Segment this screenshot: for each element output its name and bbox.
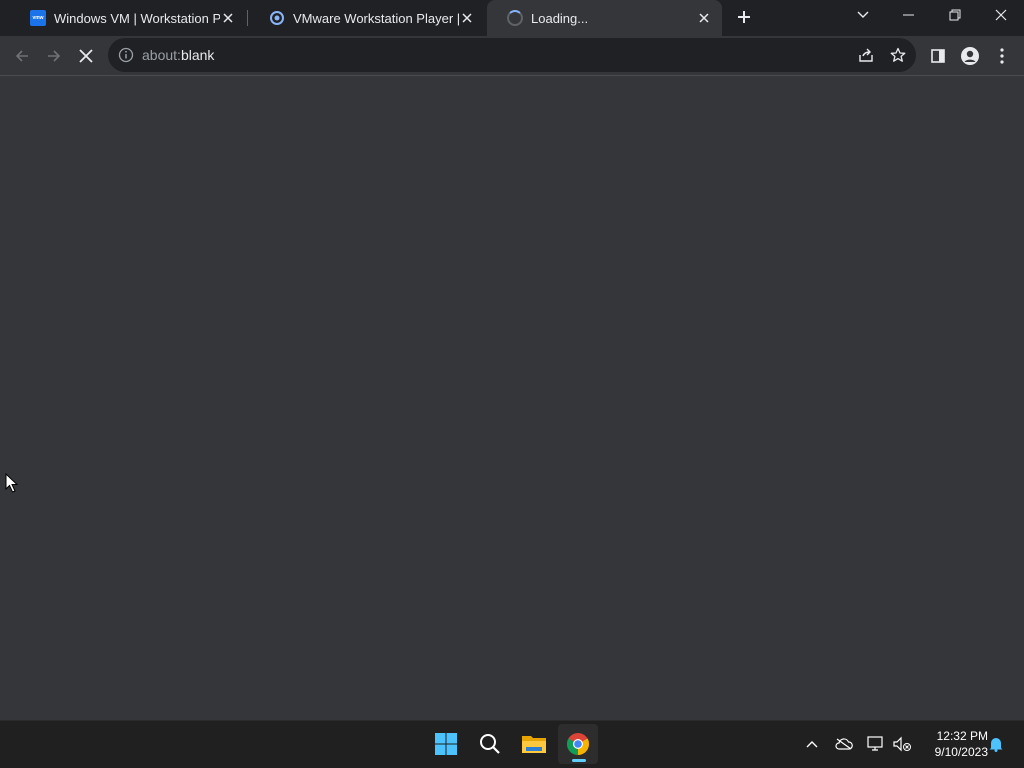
stop-loading-button[interactable] <box>72 42 100 70</box>
loading-spinner-icon <box>507 10 523 26</box>
onedrive-tray-button[interactable] <box>832 732 856 756</box>
arrow-left-icon <box>15 50 28 62</box>
mouse-cursor-icon <box>5 473 19 493</box>
close-window-button[interactable] <box>978 0 1024 30</box>
share-icon <box>859 48 873 62</box>
volume-tray-button[interactable] <box>890 732 914 756</box>
minimize-button[interactable] <box>886 0 932 30</box>
show-hidden-icons-button[interactable] <box>800 732 824 756</box>
close-icon[interactable] <box>459 10 475 26</box>
kebab-menu-icon <box>1000 48 1004 64</box>
cloud-off-icon <box>835 738 853 750</box>
close-icon[interactable] <box>696 10 712 26</box>
vmware-player-icon <box>269 10 285 26</box>
side-panel-button[interactable] <box>924 42 952 70</box>
chrome-icon <box>567 733 589 755</box>
tab-windows-vm[interactable]: vmw Windows VM | Workstation Pro | <box>10 0 246 36</box>
profile-icon <box>961 47 979 65</box>
network-icon <box>867 736 883 751</box>
folder-icon <box>522 736 546 753</box>
page-content[interactable] <box>0 76 1024 720</box>
site-info-icon[interactable] <box>118 47 134 63</box>
start-button[interactable] <box>426 724 466 764</box>
taskbar-clock[interactable]: 12:32 PM 9/10/2023 <box>918 728 988 760</box>
menu-button[interactable] <box>988 42 1016 70</box>
vmware-icon: vmw <box>30 10 46 26</box>
star-icon <box>890 47 906 62</box>
tab-search-button[interactable] <box>840 0 886 30</box>
volume-muted-icon <box>893 736 911 752</box>
tab-title: Loading... <box>531 10 589 26</box>
restore-button[interactable] <box>932 0 978 30</box>
minimize-icon <box>903 14 914 16</box>
windows-icon <box>435 733 457 755</box>
network-tray-button[interactable] <box>864 732 888 756</box>
arrow-right-icon <box>48 50 61 62</box>
notifications-button[interactable] <box>984 732 1008 756</box>
close-icon[interactable] <box>220 10 236 26</box>
address-bar[interactable]: about:blank <box>108 38 916 72</box>
restore-icon <box>949 9 961 21</box>
forward-button[interactable] <box>40 42 68 70</box>
search-button[interactable] <box>470 724 510 764</box>
stop-icon <box>79 49 93 63</box>
search-icon <box>480 734 500 754</box>
tab-vmware-player[interactable]: VMware Workstation Player | VM <box>249 0 485 36</box>
tab-strip: vmw Windows VM | Workstation Pro | VMwar… <box>0 0 1024 36</box>
clock-time: 12:32 PM <box>936 729 988 743</box>
clock-date: 9/10/2023 <box>934 745 988 759</box>
bell-icon <box>989 738 1003 752</box>
new-tab-button[interactable] <box>732 5 756 29</box>
chevron-down-icon <box>857 11 869 18</box>
file-explorer-button[interactable] <box>514 724 554 764</box>
running-indicator <box>572 759 586 762</box>
chrome-taskbar-button[interactable] <box>558 724 598 764</box>
url-text[interactable]: about:blank <box>142 47 214 63</box>
bookmark-button[interactable] <box>886 43 910 67</box>
tab-title: VMware Workstation Player | VM <box>293 10 459 26</box>
tab-loading[interactable]: Loading... <box>487 0 722 36</box>
profile-button[interactable] <box>956 42 984 70</box>
tab-divider <box>247 10 248 26</box>
back-button[interactable] <box>8 42 36 70</box>
tab-title: Windows VM | Workstation Pro | <box>54 10 220 26</box>
close-icon <box>995 9 1007 21</box>
side-panel-icon <box>931 49 945 63</box>
share-button[interactable] <box>854 43 878 67</box>
chevron-up-icon <box>806 741 818 748</box>
